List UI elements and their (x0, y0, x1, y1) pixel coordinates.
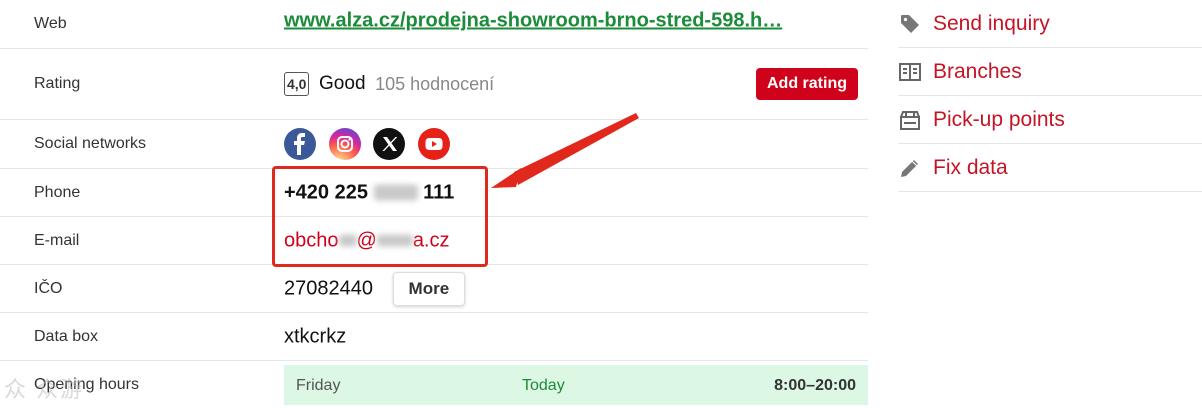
tag-icon (898, 12, 922, 36)
action-fix-data[interactable]: Fix data (898, 144, 1202, 192)
actions-list: Send inquiry Branches Pick-up points Fix… (898, 0, 1202, 192)
watermark: 众 众游 (4, 377, 85, 402)
action-label-pickup-points: Pick-up points (933, 108, 1065, 131)
branches-icon (898, 60, 922, 84)
action-label-send-inquiry: Send inquiry (933, 12, 1050, 35)
action-label-branches: Branches (933, 60, 1022, 83)
pickup-point-icon (898, 108, 922, 132)
pencil-icon (898, 156, 922, 180)
action-branches[interactable]: Branches (898, 48, 1202, 96)
action-label-fix-data: Fix data (933, 156, 1008, 179)
action-pickup-points[interactable]: Pick-up points (898, 96, 1202, 144)
action-send-inquiry[interactable]: Send inquiry (898, 0, 1202, 48)
